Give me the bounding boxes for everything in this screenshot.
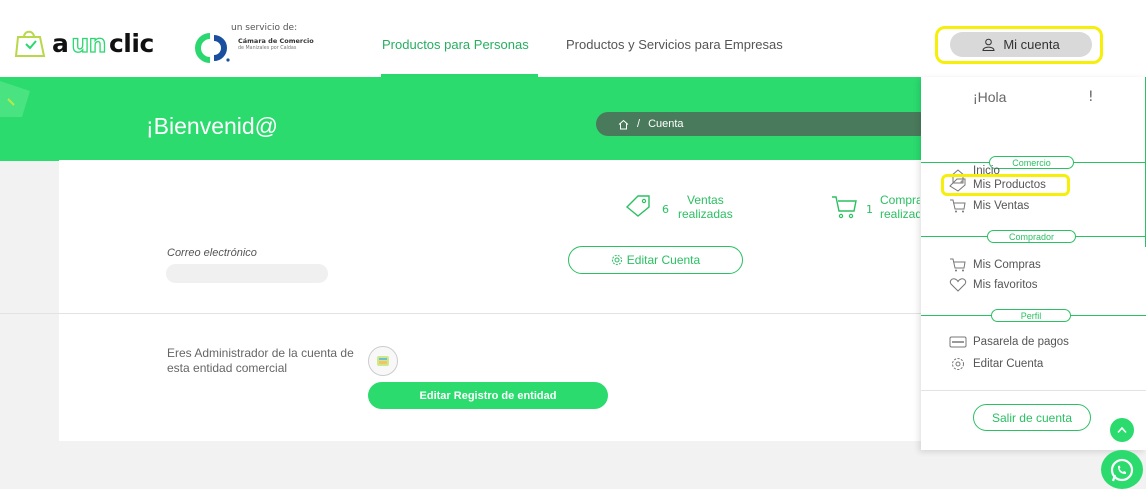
- section-comprador: Comprador: [987, 230, 1076, 243]
- chevron-up-icon: [1117, 426, 1127, 434]
- heart-icon: [949, 278, 967, 292]
- menu-pasarela-pagos[interactable]: Pasarela de pagos: [949, 336, 1069, 348]
- camara-name: Cámara de Comercio: [238, 37, 314, 45]
- my-account-label: Mi cuenta: [1003, 37, 1060, 52]
- menu-editar-cuenta[interactable]: Editar Cuenta: [949, 357, 1043, 371]
- nav-productos-personas[interactable]: Productos para Personas: [382, 37, 529, 52]
- edit-account-button[interactable]: Editar Cuenta: [568, 246, 743, 274]
- user-icon: [982, 38, 995, 51]
- my-account-button[interactable]: Mi cuenta: [950, 32, 1092, 57]
- compras-label-line1: Compras: [880, 193, 920, 207]
- menu-mis-productos-label: Mis Productos: [973, 179, 1046, 191]
- price-tag-icon: [949, 178, 966, 192]
- section-perfil: Perfil: [991, 309, 1071, 322]
- service-by-label: un servicio de:: [231, 23, 298, 33]
- ventas-label: Ventas realizadas: [678, 193, 733, 221]
- menu-mis-productos[interactable]: Mis Productos: [949, 178, 1046, 192]
- camara-subtitle: de Manizales por Caldas: [238, 46, 297, 51]
- shopping-cart-icon: [832, 196, 857, 219]
- menu-mis-favoritos-label: Mis favoritos: [973, 279, 1038, 291]
- menu-mis-ventas-label: Mis Ventas: [973, 200, 1030, 212]
- ventas-count: 6: [662, 203, 669, 216]
- logout-button[interactable]: Salir de cuenta: [973, 404, 1091, 431]
- entity-image-icon: [377, 356, 389, 366]
- greeting: ¡Hola: [973, 89, 1007, 105]
- greeting-end: !: [1088, 89, 1094, 105]
- menu-pasarela-pagos-label: Pasarela de pagos: [973, 336, 1069, 348]
- ventas-label-line2: realizadas: [678, 207, 733, 221]
- shopping-cart-icon: [950, 258, 966, 272]
- menu-mis-favoritos[interactable]: Mis favoritos: [949, 278, 1038, 292]
- logo-wordmark: a un clic: [52, 28, 154, 58]
- welcome-title: ¡Bienvenid@: [146, 113, 279, 139]
- compras-label: Compras realizadas: [880, 193, 920, 221]
- home-icon[interactable]: [618, 119, 629, 130]
- scroll-top-button[interactable]: [1110, 418, 1134, 442]
- compras-count: 1: [866, 203, 873, 216]
- breadcrumb-separator: /: [637, 118, 641, 130]
- entity-card: [59, 314, 921, 441]
- breadcrumb-current: Cuenta: [648, 118, 684, 130]
- credit-card-icon: [949, 336, 967, 348]
- email-label: Correo electrónico: [167, 247, 257, 259]
- gear-icon: [952, 358, 964, 370]
- shopping-bag-icon: [14, 30, 46, 57]
- whatsapp-button[interactable]: [1101, 450, 1143, 489]
- entity-avatar[interactable]: [368, 346, 398, 376]
- menu-mis-ventas[interactable]: Mis Ventas: [949, 199, 1029, 213]
- breadcrumb: / Cuenta: [596, 112, 931, 136]
- dropdown-footer-divider: [921, 390, 1146, 391]
- email-field: [166, 264, 328, 283]
- price-tag-icon: [625, 195, 650, 217]
- section-comercio: Comercio: [989, 156, 1074, 169]
- account-card: [59, 160, 921, 313]
- whatsapp-icon: [1110, 458, 1134, 481]
- card-divider: [0, 313, 921, 314]
- admin-description: Eres Administrador de la cuenta de esta …: [167, 346, 354, 375]
- gear-icon: [611, 254, 622, 266]
- menu-editar-cuenta-label: Editar Cuenta: [973, 358, 1044, 370]
- menu-mis-compras[interactable]: Mis Compras: [949, 258, 1041, 272]
- shopping-cart-icon: [950, 199, 966, 213]
- menu-mis-compras-label: Mis Compras: [973, 259, 1041, 271]
- ventas-label-line1: Ventas: [687, 193, 724, 207]
- edit-entity-button[interactable]: Editar Registro de entidad: [368, 382, 608, 409]
- nav-productos-empresas[interactable]: Productos y Servicios para Empresas: [566, 37, 783, 52]
- site-logo[interactable]: a un clic: [14, 28, 154, 58]
- camara-logo-icon: [195, 33, 230, 63]
- compras-label-line2: realizadas: [880, 207, 920, 221]
- edit-account-label: Editar Cuenta: [626, 253, 701, 267]
- banner-bag-icon: [0, 81, 30, 117]
